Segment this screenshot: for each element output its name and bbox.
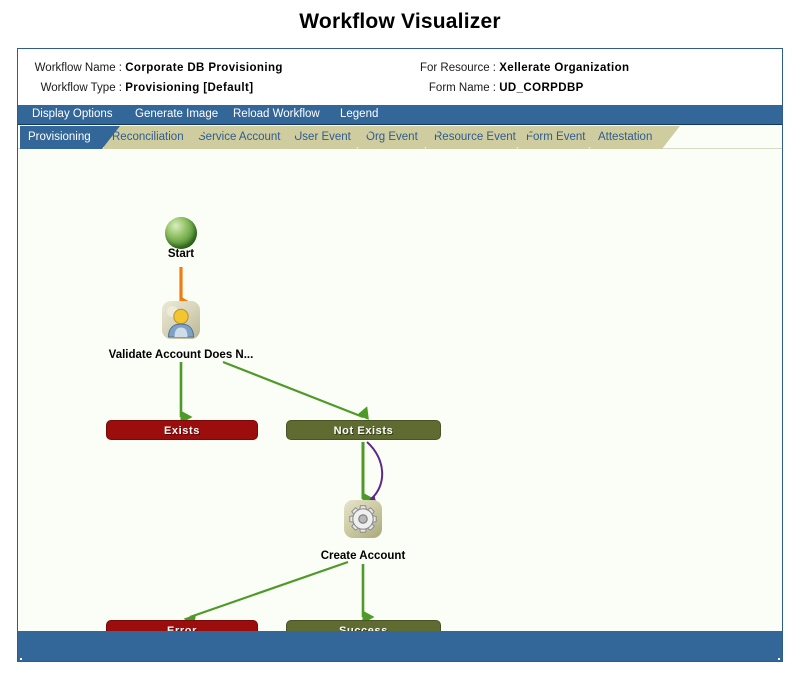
workflow-name-label: Workflow Name :	[34, 62, 122, 74]
node-label-create-account: Create Account	[320, 550, 406, 562]
workflow-info-header: Workflow Name : Corporate DB Provisionin…	[18, 49, 782, 105]
workflow-canvas[interactable]: Start Validate Account Does N... Exists …	[18, 149, 782, 632]
form-name-row: Form Name : UD_CORPDBP	[418, 82, 584, 94]
tab-resource-event[interactable]: Resource Event	[426, 126, 534, 149]
tab-strip: Attestation Form Event Resource Event Org E…	[18, 126, 782, 149]
tab-service-account[interactable]: Service Account	[190, 126, 303, 149]
node-label-validate: Validate Account Does N...	[108, 349, 254, 361]
menu-item-display-options[interactable]: Display Options	[32, 108, 113, 120]
workflow-type-row: Workflow Type : Provisioning [Default]	[30, 82, 253, 94]
footer-resize-dot-right	[778, 658, 780, 660]
edge-create-to-error	[183, 560, 349, 628]
menu-item-reload-workflow[interactable]: Reload Workflow	[233, 108, 320, 120]
edge-notexists-to-create-alt	[366, 441, 384, 506]
workflow-name-row: Workflow Name : Corporate DB Provisionin…	[30, 62, 283, 74]
footer-bar	[18, 631, 782, 661]
application-frame: Workflow Name : Corporate DB Provisionin…	[17, 48, 783, 662]
node-label-start: Start	[167, 248, 195, 260]
footer-resize-dot-left	[20, 658, 22, 660]
node-not-exists[interactable]: Not Exists	[286, 420, 441, 440]
tab-attestation[interactable]: Attestation	[590, 126, 680, 149]
for-resource-value: Xellerate Organization	[499, 62, 630, 74]
edge-validate-to-notexists	[222, 360, 369, 420]
for-resource-label: For Resource :	[419, 62, 496, 74]
tab-reconciliation[interactable]: Reconciliation	[104, 126, 208, 149]
workflow-name-value: Corporate DB Provisioning	[125, 62, 283, 74]
gear-icon[interactable]	[344, 500, 382, 538]
menu-item-generate-image[interactable]: Generate Image	[135, 108, 218, 120]
form-name-label: Form Name :	[428, 82, 496, 94]
person-icon-glyph	[167, 306, 195, 338]
form-name-value: UD_CORPDBP	[499, 82, 584, 94]
menu-item-legend[interactable]: Legend	[340, 108, 378, 120]
workflow-visualizer-page: Workflow Visualizer Workflow Name : Corp…	[0, 0, 800, 684]
page-title: Workflow Visualizer	[299, 10, 501, 33]
workflow-type-value: Provisioning [Default]	[125, 82, 254, 94]
gear-icon-glyph	[349, 505, 377, 533]
for-resource-row: For Resource : Xellerate Organization	[418, 62, 629, 74]
green-sphere-icon[interactable]	[165, 217, 197, 249]
workflow-type-label: Workflow Type :	[40, 82, 122, 94]
person-icon[interactable]	[162, 301, 200, 339]
menu-bar: Display Options Generate Image Reload Work…	[18, 105, 782, 125]
node-exists[interactable]: Exists	[106, 420, 258, 440]
